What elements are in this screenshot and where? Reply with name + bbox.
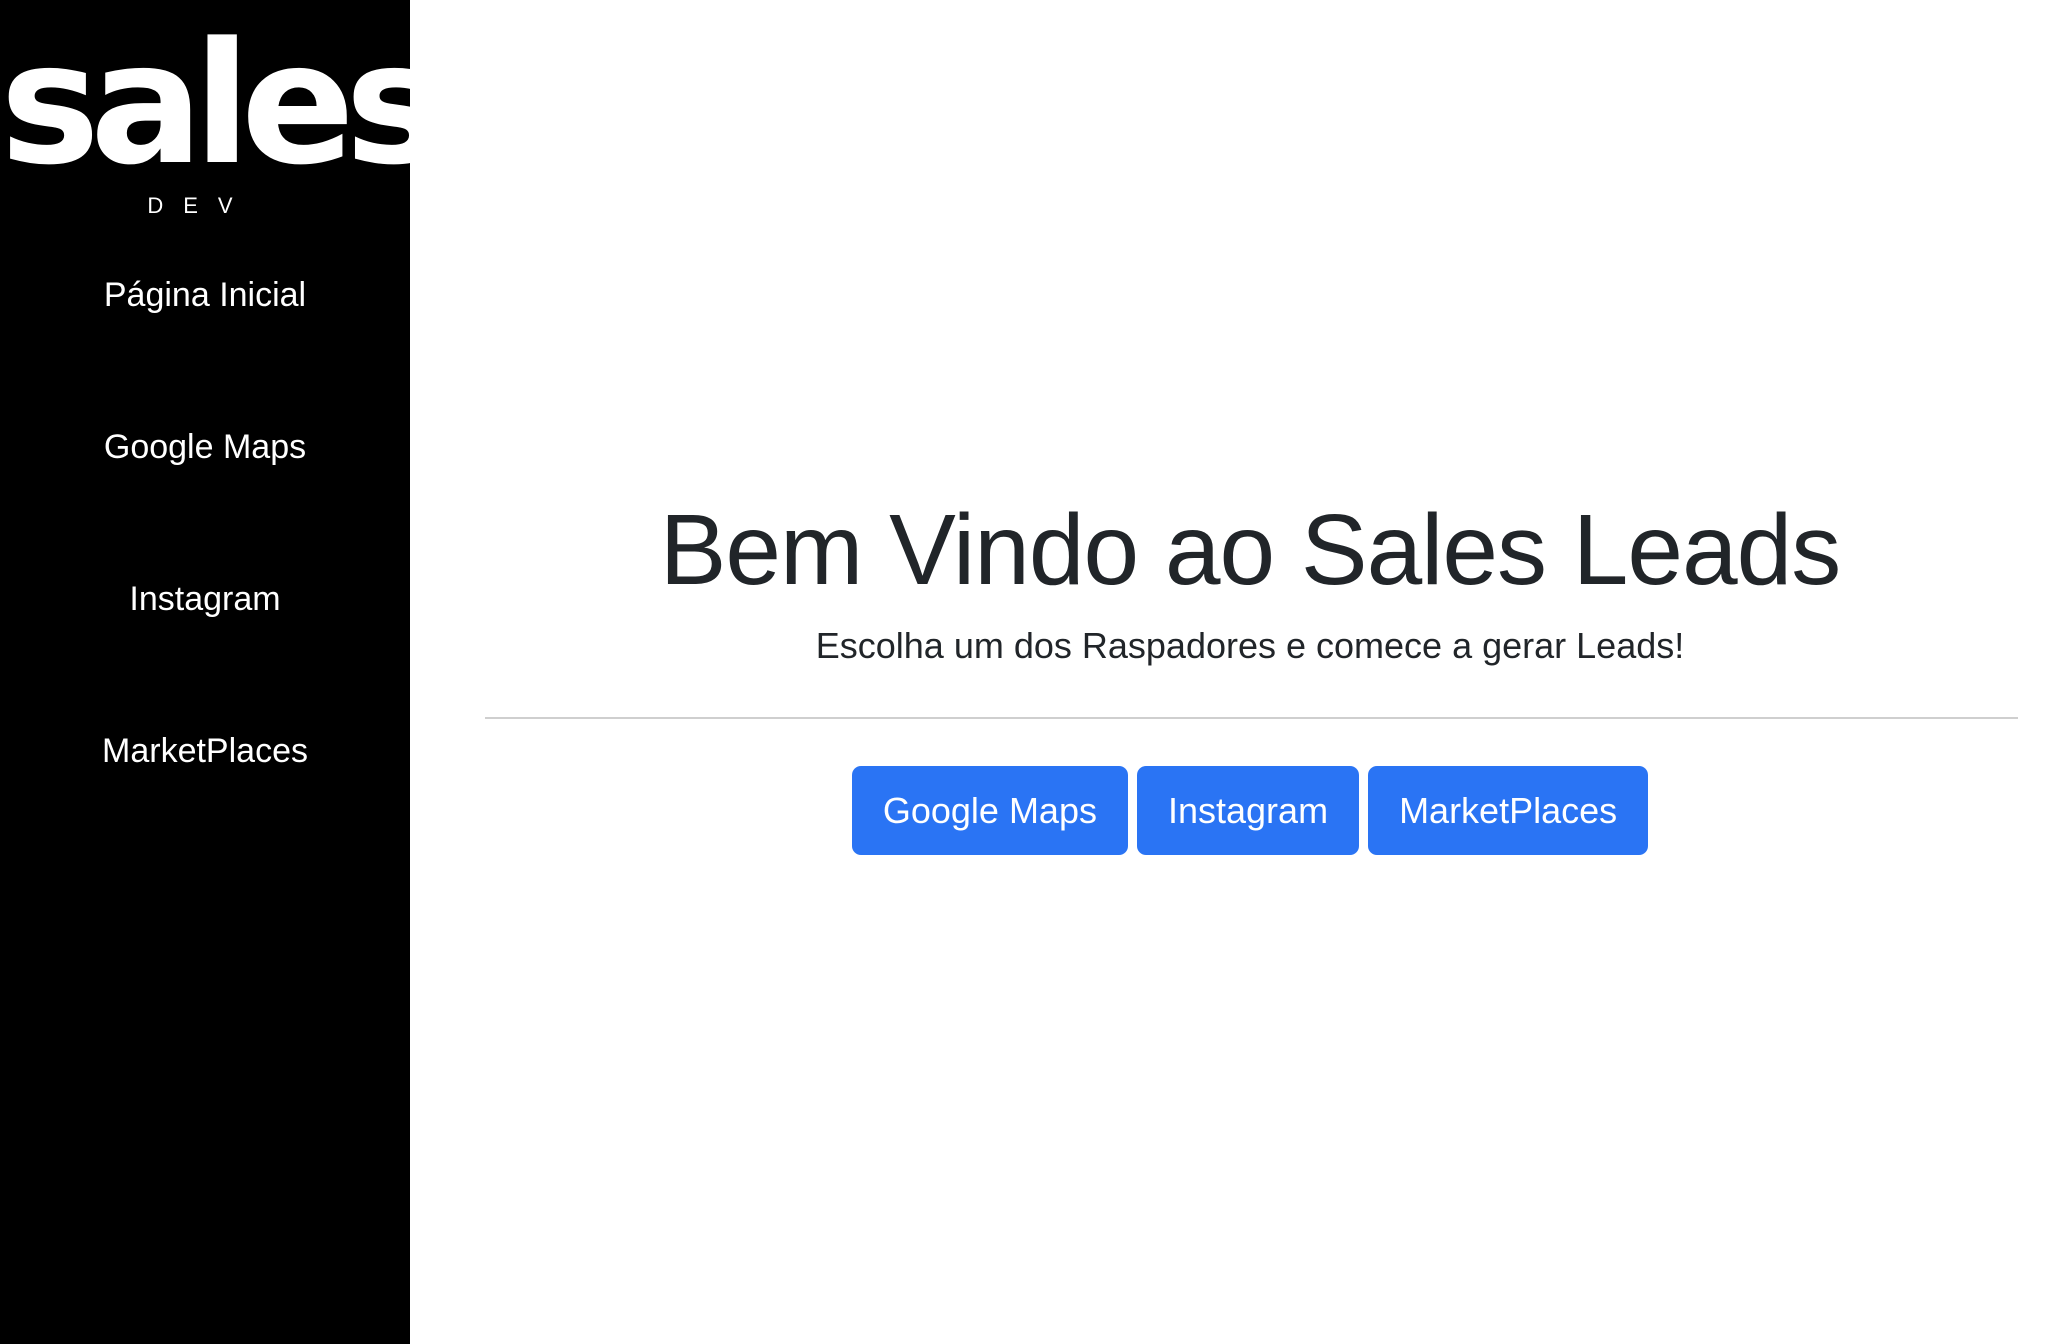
main-content: Bem Vindo ao Sales Leads Escolha um dos …: [410, 0, 2048, 1344]
sidebar-item-google-maps[interactable]: Google Maps: [0, 412, 410, 564]
app-root: sales DEV Página Inicial Google Maps Ins…: [0, 0, 2048, 1344]
page-subtitle: Escolha um dos Raspadores e comece a ger…: [815, 625, 1685, 666]
divider: [485, 717, 2018, 719]
sidebar-item-pagina-inicial[interactable]: Página Inicial: [0, 260, 410, 412]
sidebar: sales DEV Página Inicial Google Maps Ins…: [0, 0, 445, 1344]
sidebar-nav: Página Inicial Google Maps Instagram Mar…: [0, 260, 410, 868]
logo: sales DEV: [0, 6, 445, 218]
page-title: Bem Vindo ao Sales Leads: [659, 494, 1842, 606]
logo-wordmark: sales: [0, 6, 445, 202]
sidebar-item-marketplaces[interactable]: MarketPlaces: [0, 716, 410, 868]
scraper-button-group: Google Maps Instagram MarketPlaces: [410, 766, 2048, 855]
google-maps-button[interactable]: Google Maps: [851, 766, 1128, 855]
instagram-button[interactable]: Instagram: [1136, 766, 1360, 855]
sidebar-item-instagram[interactable]: Instagram: [0, 564, 410, 716]
marketplaces-button[interactable]: MarketPlaces: [1368, 766, 1649, 855]
